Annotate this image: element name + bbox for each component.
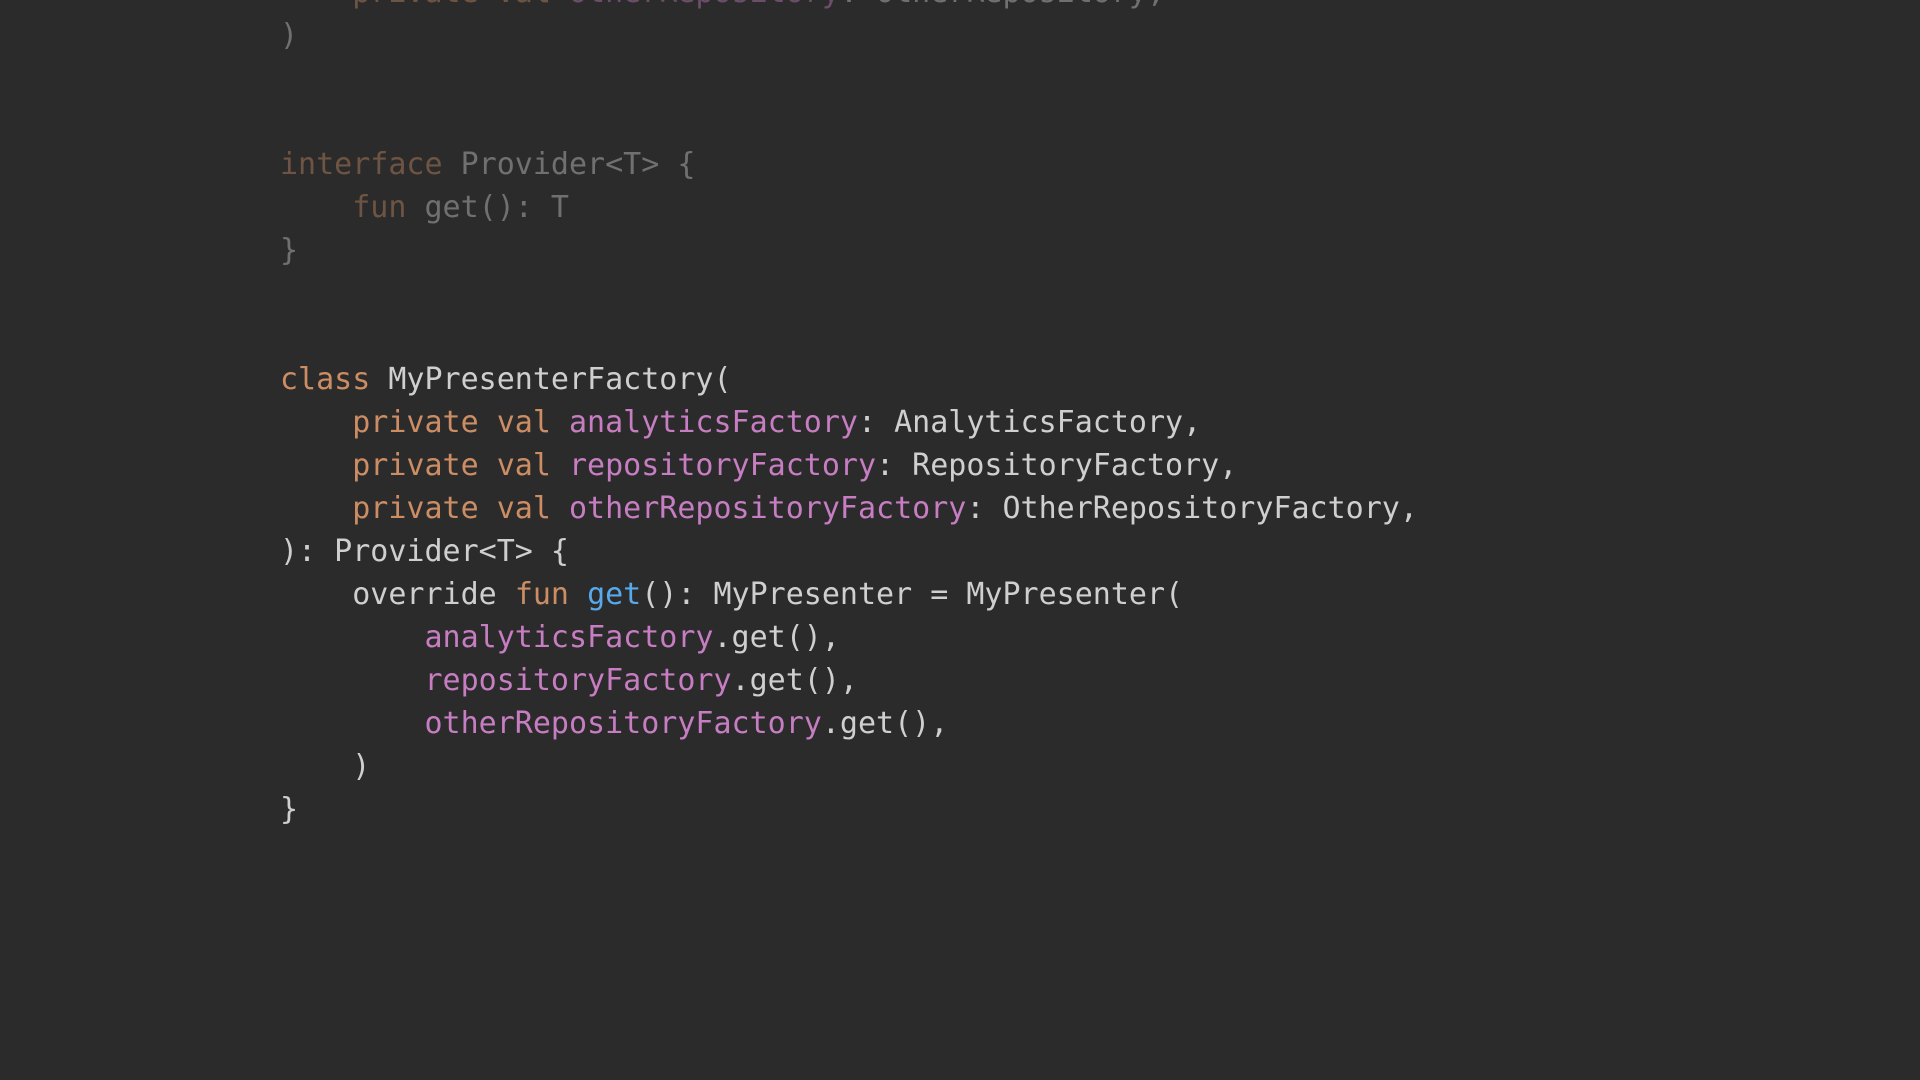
code-token-keyword: private: [352, 448, 479, 483]
code-token-prop: otherRepositoryFactory: [569, 491, 967, 526]
code-line[interactable]: ): Provider<T> {: [280, 530, 569, 573]
code-token-prop: otherRepository: [569, 0, 840, 10]
code-token-plain: .get(),: [731, 663, 858, 698]
code-line[interactable]: override fun get(): MyPresenter = MyPres…: [280, 573, 1183, 616]
code-token-plain: (): MyPresenter = MyPresenter(: [641, 577, 1184, 612]
code-token-plain: Provider<T> {: [442, 147, 696, 182]
code-token-func: get: [587, 577, 642, 612]
code-token-plain: ): [280, 749, 371, 784]
code-token-keyword: val: [496, 448, 551, 483]
code-line[interactable]: repositoryFactory.get(),: [280, 659, 858, 702]
code-token-keyword: private: [352, 405, 479, 440]
code-line[interactable]: fun get(): T: [280, 186, 569, 229]
code-token-plain: ): [280, 18, 299, 53]
code-token-prop: analyticsFactory: [424, 620, 714, 655]
code-token-plain: }: [280, 792, 299, 827]
code-token-keyword: val: [496, 491, 551, 526]
code-token-plain: override: [280, 577, 515, 612]
code-token-plain: get(): T: [406, 190, 569, 225]
code-line[interactable]: private val otherRepository: OtherReposi…: [280, 0, 1165, 14]
code-token-keyword: val: [496, 405, 551, 440]
code-line[interactable]: ): [280, 745, 370, 788]
code-token-keyword: class: [280, 362, 371, 397]
code-token-keyword: private: [352, 491, 479, 526]
code-token-plain: : AnalyticsFactory,: [857, 405, 1202, 440]
code-token-plain: : OtherRepositoryFactory,: [966, 491, 1418, 526]
code-token-prop: repositoryFactory: [424, 663, 732, 698]
code-token-prop: analyticsFactory: [569, 405, 858, 440]
code-token-plain: .get(),: [821, 706, 949, 741]
code-token-keyword: fun: [352, 190, 407, 225]
code-line[interactable]: private val repositoryFactory: Repositor…: [280, 444, 1237, 487]
code-token-plain: .get(),: [713, 620, 840, 655]
code-token-prop: otherRepositoryFactory: [424, 706, 822, 741]
code-line[interactable]: private val analyticsFactory: AnalyticsF…: [280, 401, 1201, 444]
code-line[interactable]: class MyPresenterFactory(: [280, 358, 732, 401]
code-token-plain: MyPresenterFactory(: [370, 362, 732, 397]
code-line[interactable]: private val otherRepositoryFactory: Othe…: [280, 487, 1418, 530]
code-token-keyword: fun: [514, 577, 569, 612]
code-editor[interactable]: private val otherRepository: OtherReposi…: [0, 0, 1920, 1080]
code-token-plain: }: [280, 233, 299, 268]
code-token-keyword: val: [497, 0, 551, 10]
code-line[interactable]: interface Provider<T> {: [280, 143, 695, 186]
code-line[interactable]: }: [280, 788, 298, 831]
code-token-plain: : OtherRepository,: [840, 0, 1165, 10]
code-token-keyword: private: [352, 0, 478, 10]
code-line[interactable]: ): [280, 14, 298, 57]
code-line[interactable]: analyticsFactory.get(),: [280, 616, 840, 659]
code-token-keyword: interface: [280, 147, 443, 182]
code-line[interactable]: otherRepositoryFactory.get(),: [280, 702, 949, 745]
code-token-plain: ): Provider<T> {: [280, 534, 569, 569]
code-line[interactable]: }: [280, 229, 298, 272]
code-token-prop: repositoryFactory: [569, 448, 877, 483]
code-token-plain: : RepositoryFactory,: [876, 448, 1238, 483]
